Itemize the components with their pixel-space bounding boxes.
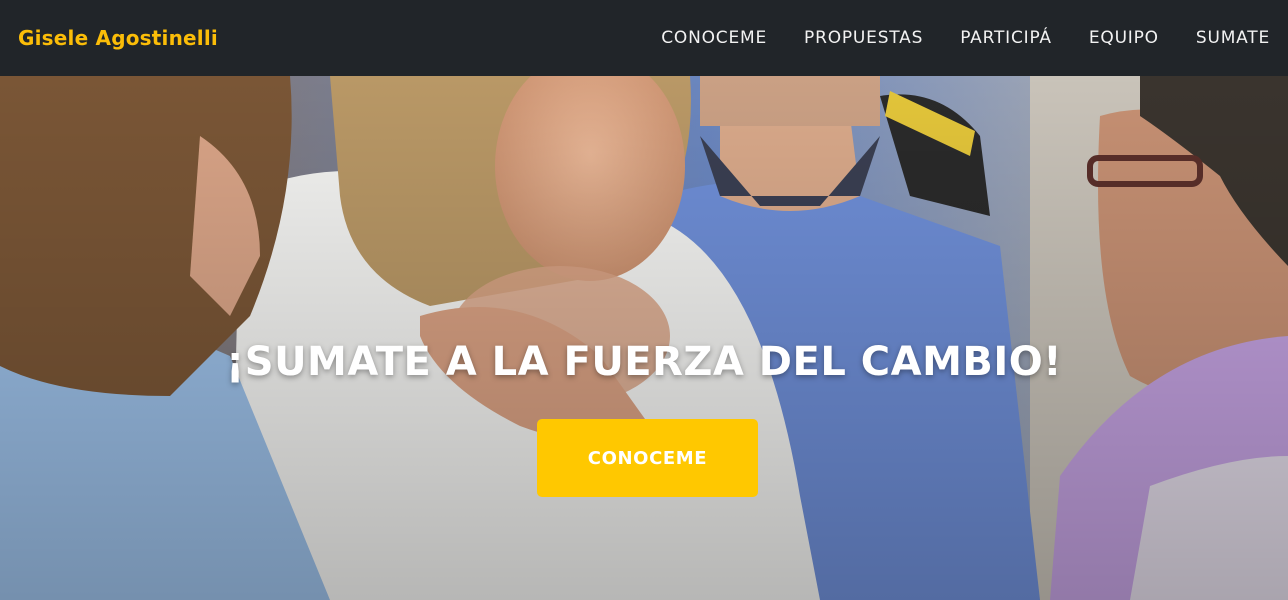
conoceme-cta-button[interactable]: CONOCEME [537,419,758,497]
main-nav: CONOCEME PROPUESTAS PARTICIPÁ EQUIPO SUM… [661,28,1270,48]
top-navbar: Gisele Agostinelli CONOCEME PROPUESTAS P… [0,0,1288,76]
brand-logo-link[interactable]: Gisele Agostinelli [18,26,218,50]
nav-item-conoceme[interactable]: CONOCEME [661,28,767,48]
nav-item-sumate[interactable]: SUMATE [1196,28,1270,48]
hero-section: ¡SUMATE A LA FUERZA DEL CAMBIO! CONOCEME [0,76,1288,600]
nav-item-propuestas[interactable]: PROPUESTAS [804,28,923,48]
nav-item-equipo[interactable]: EQUIPO [1089,28,1159,48]
hero-title: ¡SUMATE A LA FUERZA DEL CAMBIO! [226,339,1062,385]
hero-background-photo [0,76,1288,600]
nav-item-participa[interactable]: PARTICIPÁ [960,28,1052,48]
